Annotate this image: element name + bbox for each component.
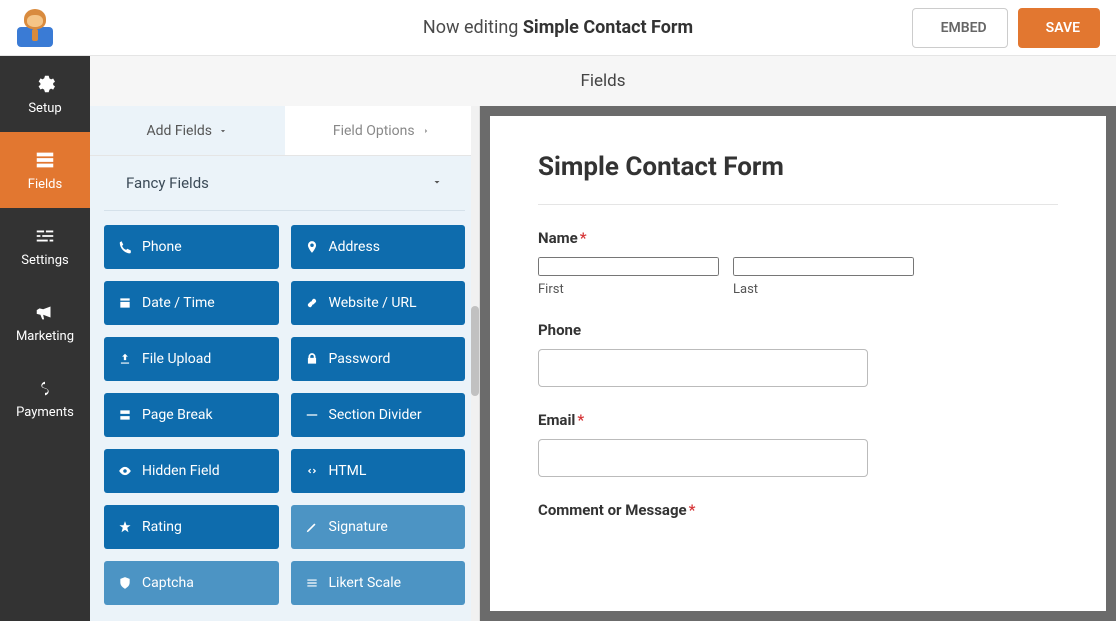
field-fileupload[interactable]: File Upload [104, 337, 279, 381]
panel-scrollbar[interactable] [471, 106, 479, 621]
chevron-down-icon [218, 126, 228, 136]
chevron-down-icon [431, 176, 443, 188]
shield-icon [118, 576, 132, 590]
save-button[interactable]: SAVE [1018, 8, 1100, 48]
field-html[interactable]: HTML [291, 449, 466, 493]
fields-panel: Add Fields Field Options Fancy Fields Ph… [90, 106, 480, 621]
field-address[interactable]: Address [291, 225, 466, 269]
label-email: Email* [538, 411, 1058, 429]
input-phone[interactable] [538, 349, 868, 387]
sublabel-last: Last [733, 282, 914, 297]
label-phone: Phone [538, 321, 1058, 339]
section-fancy-fields[interactable]: Fancy Fields [104, 156, 465, 211]
nav-marketing[interactable]: Marketing [0, 284, 90, 360]
field-likert[interactable]: Likert Scale [291, 561, 466, 605]
bullhorn-icon [34, 301, 56, 323]
star-icon [118, 520, 132, 534]
upload-icon [118, 352, 132, 366]
gear-icon [34, 73, 56, 95]
lock-icon [305, 352, 319, 366]
form-field-email[interactable]: Email* [538, 411, 1058, 477]
code-icon [305, 464, 319, 478]
field-signature[interactable]: Signature [291, 505, 466, 549]
input-last-name[interactable] [733, 257, 914, 276]
nav-payments[interactable]: Payments [0, 360, 90, 436]
field-datetime[interactable]: Date / Time [104, 281, 279, 325]
nav-setup[interactable]: Setup [0, 56, 90, 132]
calendar-icon [118, 296, 132, 310]
input-first-name[interactable] [538, 257, 719, 276]
dollar-icon [34, 377, 56, 399]
chevron-right-icon [421, 126, 431, 136]
nav-fields[interactable]: Fields [0, 132, 90, 208]
form-preview: Simple Contact Form Name* First Last [480, 106, 1116, 621]
link-icon [305, 296, 319, 310]
phone-icon [118, 240, 132, 254]
editing-title: Now editing Simple Contact Form [423, 17, 693, 38]
embed-button[interactable]: EMBED [912, 8, 1008, 48]
workspace-title: Fields [90, 56, 1116, 106]
field-password[interactable]: Password [291, 337, 466, 381]
label-comment: Comment or Message* [538, 501, 1058, 519]
pin-icon [305, 240, 319, 254]
pencil-icon [305, 520, 319, 534]
input-email[interactable] [538, 439, 868, 477]
divider-icon [305, 408, 319, 422]
field-divider[interactable]: Section Divider [291, 393, 466, 437]
tab-add-fields[interactable]: Add Fields [90, 106, 285, 156]
app-logo [16, 9, 54, 47]
field-rating[interactable]: Rating [104, 505, 279, 549]
form-field-comment[interactable]: Comment or Message* [538, 501, 1058, 519]
sublabel-first: First [538, 282, 719, 297]
pagebreak-icon [118, 408, 132, 422]
left-nav: Setup Fields Settings Marketing Payments [0, 56, 90, 621]
eye-off-icon [118, 464, 132, 478]
field-hidden[interactable]: Hidden Field [104, 449, 279, 493]
form-icon [34, 149, 56, 171]
nav-settings[interactable]: Settings [0, 208, 90, 284]
sliders-icon [34, 225, 56, 247]
field-phone[interactable]: Phone [104, 225, 279, 269]
label-name: Name* [538, 229, 1058, 247]
field-pagebreak[interactable]: Page Break [104, 393, 279, 437]
tab-field-options[interactable]: Field Options [285, 106, 480, 156]
field-captcha[interactable]: Captcha [104, 561, 279, 605]
form-field-name[interactable]: Name* First Last [538, 229, 1058, 297]
form-title: Simple Contact Form [538, 152, 1058, 205]
top-bar: Now editing Simple Contact Form EMBED SA… [0, 0, 1116, 56]
list-icon [305, 576, 319, 590]
field-url[interactable]: Website / URL [291, 281, 466, 325]
form-field-phone[interactable]: Phone [538, 321, 1058, 387]
